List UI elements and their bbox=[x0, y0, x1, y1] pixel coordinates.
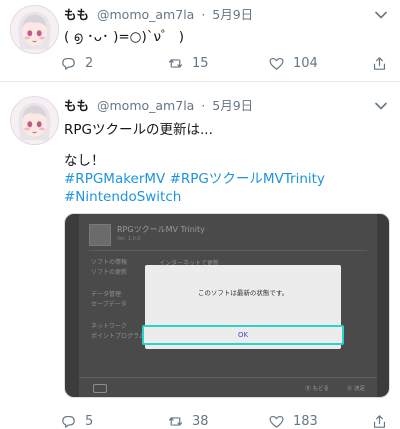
divider bbox=[89, 250, 367, 251]
tweet-text-line: RPGツクールの更新は... bbox=[64, 122, 213, 138]
tweet-header: もも @momo_am7la · 5月9日 bbox=[64, 97, 370, 115]
retweet-icon bbox=[167, 413, 184, 429]
display-name[interactable]: もも bbox=[64, 98, 89, 113]
menu-item: セーブデータ bbox=[91, 301, 127, 308]
game-title: RPGツクールMV Trinity bbox=[117, 225, 205, 234]
caret-down-icon[interactable] bbox=[374, 99, 388, 113]
separator: · bbox=[201, 98, 206, 113]
confirm-hint: Ⓐ 決定 bbox=[346, 386, 365, 392]
menu-item: ネットワーク bbox=[91, 323, 128, 330]
console-icon bbox=[93, 384, 107, 393]
game-icon bbox=[89, 224, 111, 246]
tweet-media[interactable]: RPGツクールMV Trinity Ver. 1.0.0 ソフトの情報 ソフトの… bbox=[64, 213, 390, 398]
switch-footer: Ⓑ もどる Ⓐ 決定 bbox=[79, 377, 377, 397]
menu-item: ポイントプログラム bbox=[91, 333, 145, 340]
reply-count: 5 bbox=[85, 413, 94, 429]
like-count: 183 bbox=[293, 413, 318, 429]
dialog-ok-button: OK bbox=[142, 325, 344, 345]
avatar[interactable] bbox=[10, 96, 59, 145]
handle[interactable]: @momo_am7la bbox=[97, 98, 194, 113]
back-hint: Ⓑ もどる bbox=[305, 386, 329, 392]
share-button[interactable] bbox=[371, 410, 388, 429]
tweet[interactable]: もも @momo_am7la · 5月9日 RPGツクールの更新は... なし！… bbox=[0, 0, 400, 429]
hashtag-link[interactable]: #RPGMakerMV #RPGツクールMVTrinity bbox=[64, 170, 388, 189]
tweet-text-line: なし！ bbox=[64, 153, 105, 169]
menu-item: データ管理 bbox=[91, 291, 122, 298]
switch-menu: ソフトの情報 ソフトの更新 データ管理 セーブデータ ネットワーク ポイントプロ… bbox=[91, 258, 147, 342]
retweet-button[interactable]: 38 bbox=[167, 410, 209, 429]
reply-icon bbox=[60, 413, 77, 429]
retweet-count: 38 bbox=[192, 413, 209, 429]
like-button[interactable]: 183 bbox=[268, 410, 318, 429]
switch-screen: RPGツクールMV Trinity Ver. 1.0.0 ソフトの情報 ソフトの… bbox=[79, 214, 377, 397]
share-icon bbox=[371, 413, 388, 429]
menu-item: ソフトの情報 bbox=[91, 259, 128, 266]
menu-item: ソフトの更新 bbox=[91, 269, 128, 276]
timestamp[interactable]: 5月9日 bbox=[212, 98, 253, 113]
hashtag-link[interactable]: #NintendoSwitch bbox=[64, 188, 388, 207]
game-subtitle: Ver. 1.0.0 bbox=[117, 236, 141, 242]
reply-button[interactable]: 5 bbox=[60, 410, 93, 429]
dialog-message: このソフトは最新の状態です。 bbox=[197, 289, 289, 297]
tweet-actions: 5 38 183 bbox=[58, 410, 393, 429]
like-icon bbox=[268, 413, 285, 429]
game-header: RPGツクールMV Trinity Ver. 1.0.0 bbox=[89, 222, 367, 252]
update-dialog: このソフトは最新の状態です。 OK bbox=[142, 265, 344, 349]
